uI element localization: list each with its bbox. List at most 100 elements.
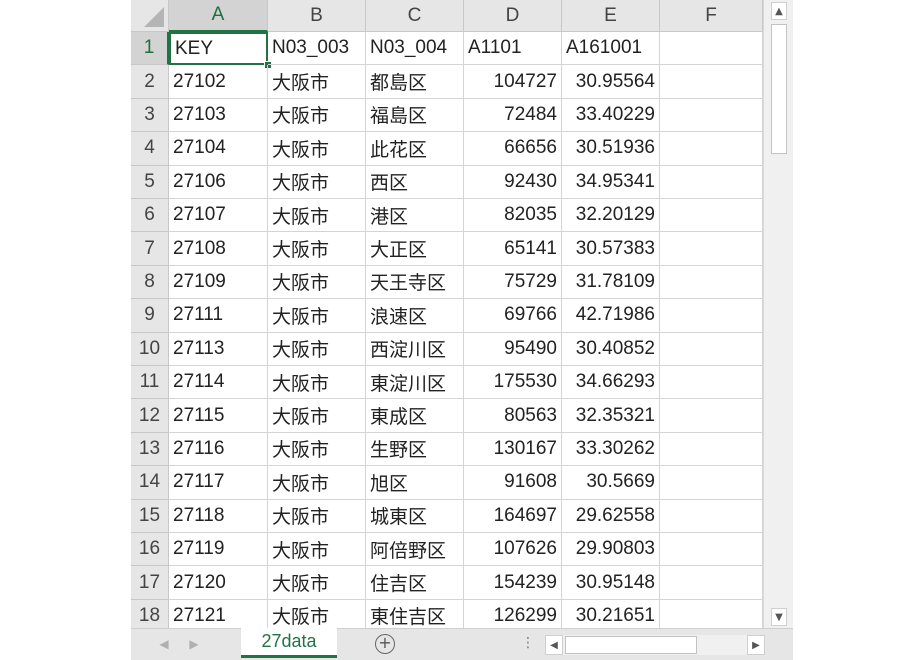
cell-f13[interactable] bbox=[660, 432, 763, 467]
horizontal-scrollbar[interactable]: ◀ ▶ bbox=[545, 635, 765, 655]
column-header-a[interactable]: A bbox=[169, 0, 268, 32]
cell-b3[interactable]: 大阪市 bbox=[268, 98, 366, 133]
row-header-4[interactable]: 4 bbox=[131, 132, 169, 166]
cell-b13[interactable]: 大阪市 bbox=[268, 432, 366, 467]
cell-c7[interactable]: 大正区 bbox=[366, 232, 464, 266]
cell-d14[interactable]: 91608 bbox=[464, 466, 562, 500]
cell-d16[interactable]: 107626 bbox=[464, 533, 562, 567]
cell-a15[interactable]: 27118 bbox=[169, 499, 268, 533]
cell-e7[interactable]: 30.57383 bbox=[562, 232, 660, 266]
row-header-7[interactable]: 7 bbox=[131, 232, 169, 266]
cell-c14[interactable]: 旭区 bbox=[366, 466, 464, 500]
cell-e12[interactable]: 32.35321 bbox=[562, 399, 660, 433]
cell-d8[interactable]: 75729 bbox=[464, 265, 562, 300]
cell-f8[interactable] bbox=[660, 265, 763, 300]
cell-b7[interactable]: 大阪市 bbox=[268, 232, 366, 266]
row-header-9[interactable]: 9 bbox=[131, 299, 169, 333]
cell-a7[interactable]: 27108 bbox=[169, 232, 268, 266]
cell-a9[interactable]: 27111 bbox=[169, 299, 268, 333]
cell-d9[interactable]: 69766 bbox=[464, 299, 562, 333]
cell-b11[interactable]: 大阪市 bbox=[268, 366, 366, 400]
cell-d17[interactable]: 154239 bbox=[464, 566, 562, 600]
prev-sheet-icon[interactable]: ◀ bbox=[157, 635, 171, 653]
cell-c13[interactable]: 生野区 bbox=[366, 432, 464, 467]
cell-e13[interactable]: 33.30262 bbox=[562, 432, 660, 467]
row-header-13[interactable]: 13 bbox=[131, 432, 169, 467]
cell-b10[interactable]: 大阪市 bbox=[268, 332, 366, 366]
cell-e4[interactable]: 30.51936 bbox=[562, 132, 660, 166]
scroll-right-icon[interactable]: ▶ bbox=[747, 635, 765, 655]
cell-f12[interactable] bbox=[660, 399, 763, 433]
column-header-f[interactable]: F bbox=[660, 0, 763, 32]
cell-a13[interactable]: 27116 bbox=[169, 432, 268, 467]
cell-b18[interactable]: 大阪市 bbox=[268, 599, 366, 628]
cell-d3[interactable]: 72484 bbox=[464, 98, 562, 133]
row-header-14[interactable]: 14 bbox=[131, 466, 169, 500]
cell-f15[interactable] bbox=[660, 499, 763, 533]
cell-b15[interactable]: 大阪市 bbox=[268, 499, 366, 533]
split-handle-icon[interactable]: ⋮ bbox=[521, 635, 535, 651]
row-header-6[interactable]: 6 bbox=[131, 199, 169, 233]
cell-e2[interactable]: 30.95564 bbox=[562, 65, 660, 99]
cell-e11[interactable]: 34.66293 bbox=[562, 366, 660, 400]
cell-a5[interactable]: 27106 bbox=[169, 165, 268, 199]
cell-c11[interactable]: 東淀川区 bbox=[366, 366, 464, 400]
cell-e1[interactable]: A161001 bbox=[562, 32, 660, 66]
select-all-corner[interactable] bbox=[131, 0, 169, 32]
cell-f1[interactable] bbox=[660, 32, 763, 66]
column-header-c[interactable]: C bbox=[366, 0, 464, 32]
cell-b4[interactable]: 大阪市 bbox=[268, 132, 366, 166]
row-header-12[interactable]: 12 bbox=[131, 399, 169, 433]
cell-b5[interactable]: 大阪市 bbox=[268, 165, 366, 199]
vertical-scroll-thumb[interactable] bbox=[771, 24, 787, 154]
scroll-down-icon[interactable]: ▼ bbox=[771, 608, 787, 626]
cell-c16[interactable]: 阿倍野区 bbox=[366, 533, 464, 567]
cell-c18[interactable]: 東住吉区 bbox=[366, 599, 464, 628]
cell-f10[interactable] bbox=[660, 332, 763, 366]
cell-a12[interactable]: 27115 bbox=[169, 399, 268, 433]
cell-a17[interactable]: 27120 bbox=[169, 566, 268, 600]
cell-f14[interactable] bbox=[660, 466, 763, 500]
row-header-16[interactable]: 16 bbox=[131, 533, 169, 567]
cell-f16[interactable] bbox=[660, 533, 763, 567]
cell-b16[interactable]: 大阪市 bbox=[268, 533, 366, 567]
cell-d4[interactable]: 66656 bbox=[464, 132, 562, 166]
sheet-tab-27data[interactable]: 27data bbox=[241, 628, 337, 658]
cell-e15[interactable]: 29.62558 bbox=[562, 499, 660, 533]
cell-a3[interactable]: 27103 bbox=[169, 98, 268, 133]
cell-b9[interactable]: 大阪市 bbox=[268, 299, 366, 333]
cell-f5[interactable] bbox=[660, 165, 763, 199]
cell-c2[interactable]: 都島区 bbox=[366, 65, 464, 99]
row-header-8[interactable]: 8 bbox=[131, 265, 169, 300]
next-sheet-icon[interactable]: ▶ bbox=[187, 635, 201, 653]
cell-a1[interactable]: KEY bbox=[169, 32, 268, 66]
scroll-up-icon[interactable]: ▲ bbox=[771, 2, 787, 20]
cell-b8[interactable]: 大阪市 bbox=[268, 265, 366, 300]
row-header-1[interactable]: 1 bbox=[131, 32, 169, 66]
cell-b17[interactable]: 大阪市 bbox=[268, 566, 366, 600]
cell-a2[interactable]: 27102 bbox=[169, 65, 268, 99]
cell-a14[interactable]: 27117 bbox=[169, 466, 268, 500]
row-header-15[interactable]: 15 bbox=[131, 499, 169, 533]
cell-e10[interactable]: 30.40852 bbox=[562, 332, 660, 366]
cell-b14[interactable]: 大阪市 bbox=[268, 466, 366, 500]
cell-d11[interactable]: 175530 bbox=[464, 366, 562, 400]
cell-c10[interactable]: 西淀川区 bbox=[366, 332, 464, 366]
cell-f2[interactable] bbox=[660, 65, 763, 99]
cell-a4[interactable]: 27104 bbox=[169, 132, 268, 166]
cell-a10[interactable]: 27113 bbox=[169, 332, 268, 366]
cell-b2[interactable]: 大阪市 bbox=[268, 65, 366, 99]
cell-c8[interactable]: 天王寺区 bbox=[366, 265, 464, 300]
cell-e17[interactable]: 30.95148 bbox=[562, 566, 660, 600]
cell-d7[interactable]: 65141 bbox=[464, 232, 562, 266]
cell-b1[interactable]: N03_003 bbox=[268, 32, 366, 66]
cell-e6[interactable]: 32.20129 bbox=[562, 199, 660, 233]
cell-e5[interactable]: 34.95341 bbox=[562, 165, 660, 199]
cell-d6[interactable]: 82035 bbox=[464, 199, 562, 233]
cell-c1[interactable]: N03_004 bbox=[366, 32, 464, 66]
cell-f9[interactable] bbox=[660, 299, 763, 333]
cell-d12[interactable]: 80563 bbox=[464, 399, 562, 433]
row-header-5[interactable]: 5 bbox=[131, 165, 169, 199]
cell-c6[interactable]: 港区 bbox=[366, 199, 464, 233]
cell-e9[interactable]: 42.71986 bbox=[562, 299, 660, 333]
